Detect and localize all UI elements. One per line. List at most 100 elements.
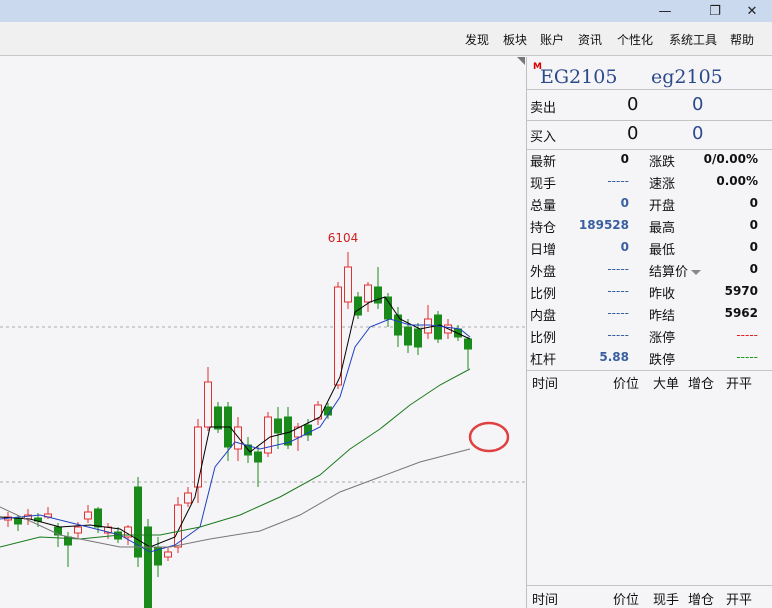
candle-body xyxy=(424,318,432,334)
close-icon[interactable]: ✕ xyxy=(737,0,767,22)
menu-sectors[interactable]: 板块 xyxy=(503,31,527,48)
quote-label-high: 最高 xyxy=(649,221,676,236)
sell-price[interactable]: 0 xyxy=(627,94,638,115)
quote-label-total-volume: 总量 xyxy=(530,199,557,214)
candle-body xyxy=(354,296,362,316)
candle-body xyxy=(274,418,282,434)
menu-system-tools[interactable]: 系统工具 xyxy=(669,31,717,48)
candle-body xyxy=(364,284,372,303)
menu-bar: 发现 板块 账户 资讯 个性化 系统工具 帮助 xyxy=(0,22,772,56)
candle-body xyxy=(404,326,412,346)
candle-body xyxy=(204,381,212,428)
quote-label-limit-down: 跌停 xyxy=(649,353,676,368)
menu-personalize[interactable]: 个性化 xyxy=(617,31,653,48)
quote-value-outer-ratio: ----- xyxy=(607,284,629,298)
sell-label: 卖出 xyxy=(530,101,557,116)
candle-body xyxy=(74,526,82,534)
quote-label-low: 最低 xyxy=(649,243,676,258)
quote-value-daily-oi-change: 0 xyxy=(620,240,629,254)
quote-value-high: 0 xyxy=(749,218,758,232)
trade-col-time[interactable]: 时间 xyxy=(532,373,558,392)
quote-label-last-volume: 现手 xyxy=(530,177,557,192)
candle-body xyxy=(384,296,392,320)
quote-value-open-interest: 189528 xyxy=(578,218,629,232)
candle-body xyxy=(394,314,402,336)
candle-body xyxy=(344,266,352,303)
restore-icon[interactable]: ❐ xyxy=(700,0,730,22)
tick-col-price[interactable]: 价位 xyxy=(613,589,639,608)
quote-value-open: 0 xyxy=(749,196,758,210)
candle-body xyxy=(334,286,342,386)
chart-grid xyxy=(0,326,525,483)
menu-news[interactable]: 资讯 xyxy=(578,31,602,48)
trade-col-big-order[interactable]: 大单 xyxy=(653,373,679,392)
chart-corner-arrow-icon[interactable] xyxy=(517,57,525,65)
candle-body xyxy=(284,416,292,446)
quote-label-inner-volume: 内盘 xyxy=(530,309,557,324)
candle-body xyxy=(434,314,442,340)
minimize-icon[interactable]: — xyxy=(650,0,680,22)
quote-label-prev-close: 昨收 xyxy=(649,287,676,302)
contract-code-lower: eg2105 xyxy=(651,66,723,88)
buy-price[interactable]: 0 xyxy=(627,123,638,144)
settlement-dropdown-icon[interactable] xyxy=(691,270,702,275)
quote-value-settlement: 0 xyxy=(749,262,758,276)
quote-label-speed-change: 速涨 xyxy=(649,177,676,192)
candle-body xyxy=(464,338,472,350)
menu-account[interactable]: 账户 xyxy=(540,31,564,48)
candle-body xyxy=(94,508,102,528)
quote-value-last-volume: ----- xyxy=(607,174,629,188)
trade-col-price[interactable]: 价位 xyxy=(613,373,639,392)
quote-value-prev-settle: 5962 xyxy=(724,306,758,320)
peak-price-label: 6104 xyxy=(328,231,359,245)
candle-body xyxy=(194,426,202,488)
quote-value-total-volume: 0 xyxy=(620,196,629,210)
candle-body xyxy=(84,511,92,520)
quote-label-outer-volume: 外盘 xyxy=(530,265,557,280)
trade-col-open-close[interactable]: 开平 xyxy=(726,373,752,392)
quote-value-inner-ratio: ----- xyxy=(607,328,629,342)
quote-label-prev-settle: 昨结 xyxy=(649,309,676,324)
quote-value-leverage: 5.88 xyxy=(599,350,629,364)
tick-col-oi-change[interactable]: 增仓 xyxy=(688,589,714,608)
quote-value-inner-volume: ----- xyxy=(607,306,629,320)
buy-volume: 0 xyxy=(692,123,704,144)
highlight-marker-circle xyxy=(468,421,510,453)
contract-code-upper: EG2105 xyxy=(540,66,618,88)
tick-col-volume[interactable]: 现手 xyxy=(653,589,679,608)
candle-body xyxy=(184,492,192,504)
quote-label-settlement[interactable]: 结算价 xyxy=(649,261,702,280)
candles-group xyxy=(4,252,472,608)
quote-value-latest: 0 xyxy=(620,152,629,166)
quote-label-latest: 最新 xyxy=(530,155,557,170)
candle-body xyxy=(144,526,152,608)
quote-label-daily-oi-change: 日增 xyxy=(530,243,557,258)
candle-body xyxy=(164,551,172,558)
quote-label-open-interest: 持仓 xyxy=(530,221,557,236)
quote-value-change: 0/0.00% xyxy=(703,152,758,166)
ma20-line xyxy=(0,368,471,548)
tick-col-open-close[interactable]: 开平 xyxy=(726,589,752,608)
trade-col-oi-change[interactable]: 增仓 xyxy=(688,373,714,392)
quote-label-change: 涨跌 xyxy=(649,155,676,170)
title-bar: — ❐ ✕ xyxy=(0,0,772,22)
quote-value-prev-close: 5970 xyxy=(724,284,758,298)
ma60-line xyxy=(0,448,471,548)
quote-label-open: 开盘 xyxy=(649,199,676,214)
quote-value-outer-volume: ----- xyxy=(607,262,629,276)
candle-body xyxy=(254,451,262,463)
quote-value-speed-change: 0.00% xyxy=(716,174,758,188)
quote-value-low: 0 xyxy=(749,240,758,254)
contract-header: M EG2105 eg2105 xyxy=(527,60,772,88)
quote-label-inner-ratio: 比例 xyxy=(530,331,557,346)
quote-value-limit-up: ----- xyxy=(736,328,758,342)
menu-discover[interactable]: 发现 xyxy=(465,31,489,48)
menu-help[interactable]: 帮助 xyxy=(730,31,754,48)
sell-volume: 0 xyxy=(692,94,704,115)
quote-panel: M EG2105 eg2105 卖出 0 0 买入 0 0 最新 0 现手 -----… xyxy=(526,57,772,608)
candle-body xyxy=(414,328,422,348)
buy-label: 买入 xyxy=(530,130,557,145)
quote-label-outer-ratio: 比例 xyxy=(530,287,557,302)
tick-col-time[interactable]: 时间 xyxy=(532,589,558,608)
candlestick-chart[interactable]: 6104 xyxy=(0,57,525,608)
